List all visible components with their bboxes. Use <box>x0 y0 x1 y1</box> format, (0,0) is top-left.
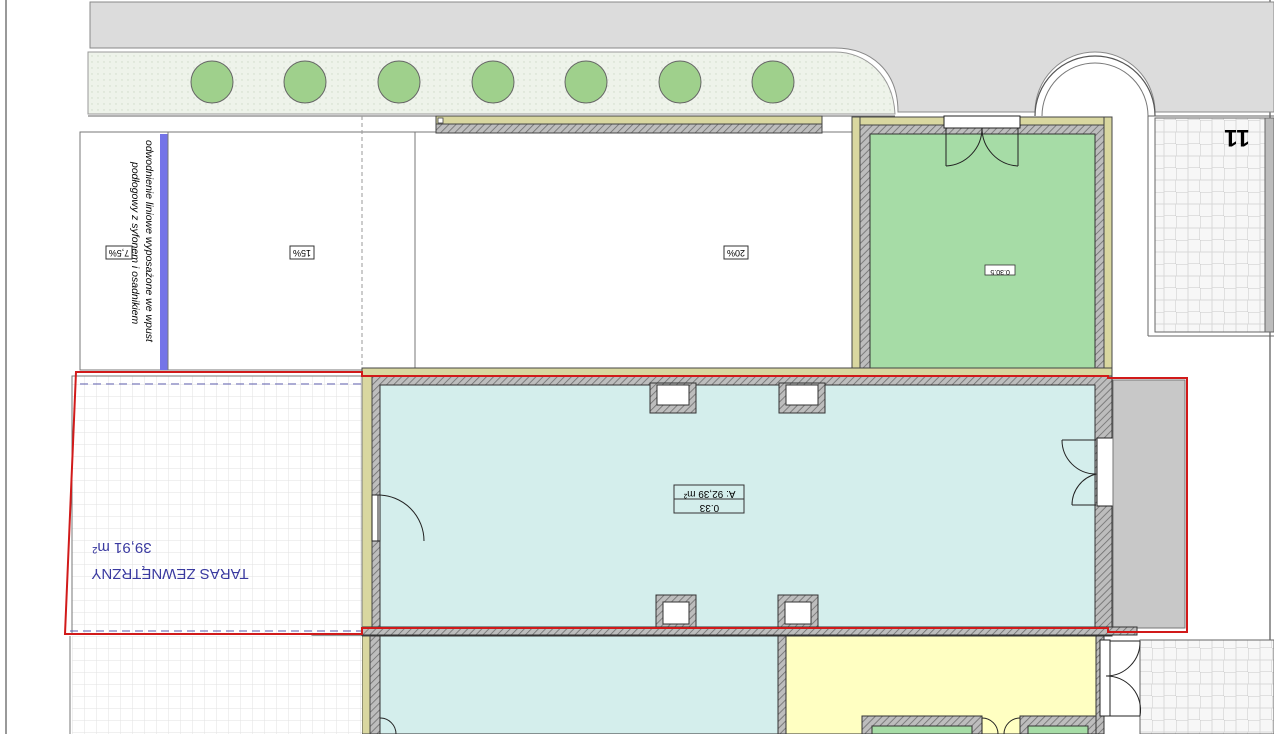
tree-icon <box>658 60 702 104</box>
double-door-icon <box>1099 639 1142 717</box>
tree-icon <box>283 60 327 104</box>
drain-channel <box>160 134 168 370</box>
bottom-right-paving <box>1139 639 1274 734</box>
slope-label: 20% <box>723 245 749 260</box>
drain-note-line2: podłogowy z syfonem i osadnikiem <box>129 161 141 325</box>
grey-side-area <box>1112 379 1186 629</box>
tree-icon <box>377 60 421 104</box>
slope-value: 15% <box>293 248 311 258</box>
slope-label: 7,5% <box>105 245 133 260</box>
unit-area-label: A: 92,39 m² <box>683 488 735 499</box>
tree-icon <box>751 60 795 104</box>
parking-number: 11 <box>1224 124 1249 151</box>
terrace-area-value: 39,91 m² <box>92 539 151 556</box>
slope-value: 20% <box>727 248 745 258</box>
unit-room-code: 0.33 <box>699 502 719 513</box>
tree-icon <box>471 60 515 104</box>
terrace-area <box>71 375 363 635</box>
green-room <box>869 133 1096 371</box>
tree-icon <box>564 60 608 104</box>
drain-note-line1: odwodnienie liniowe wyposażone we wpust <box>143 140 155 343</box>
slope-value: 7,5% <box>109 248 130 258</box>
terrace-name: TARAS ZEWNĘTRZNY <box>91 565 248 582</box>
room-code-label: 0.30.5 <box>990 268 1010 275</box>
ramp-right-area <box>414 131 856 369</box>
lower-unit-room <box>379 635 779 734</box>
tree-icon <box>190 60 234 104</box>
terrace-lower-tiles <box>72 636 362 734</box>
slope-label: 15% <box>289 245 315 260</box>
floor-plan: 11 7,5% 15% 20% odwodnienie liniowe wypo… <box>5 0 1274 734</box>
